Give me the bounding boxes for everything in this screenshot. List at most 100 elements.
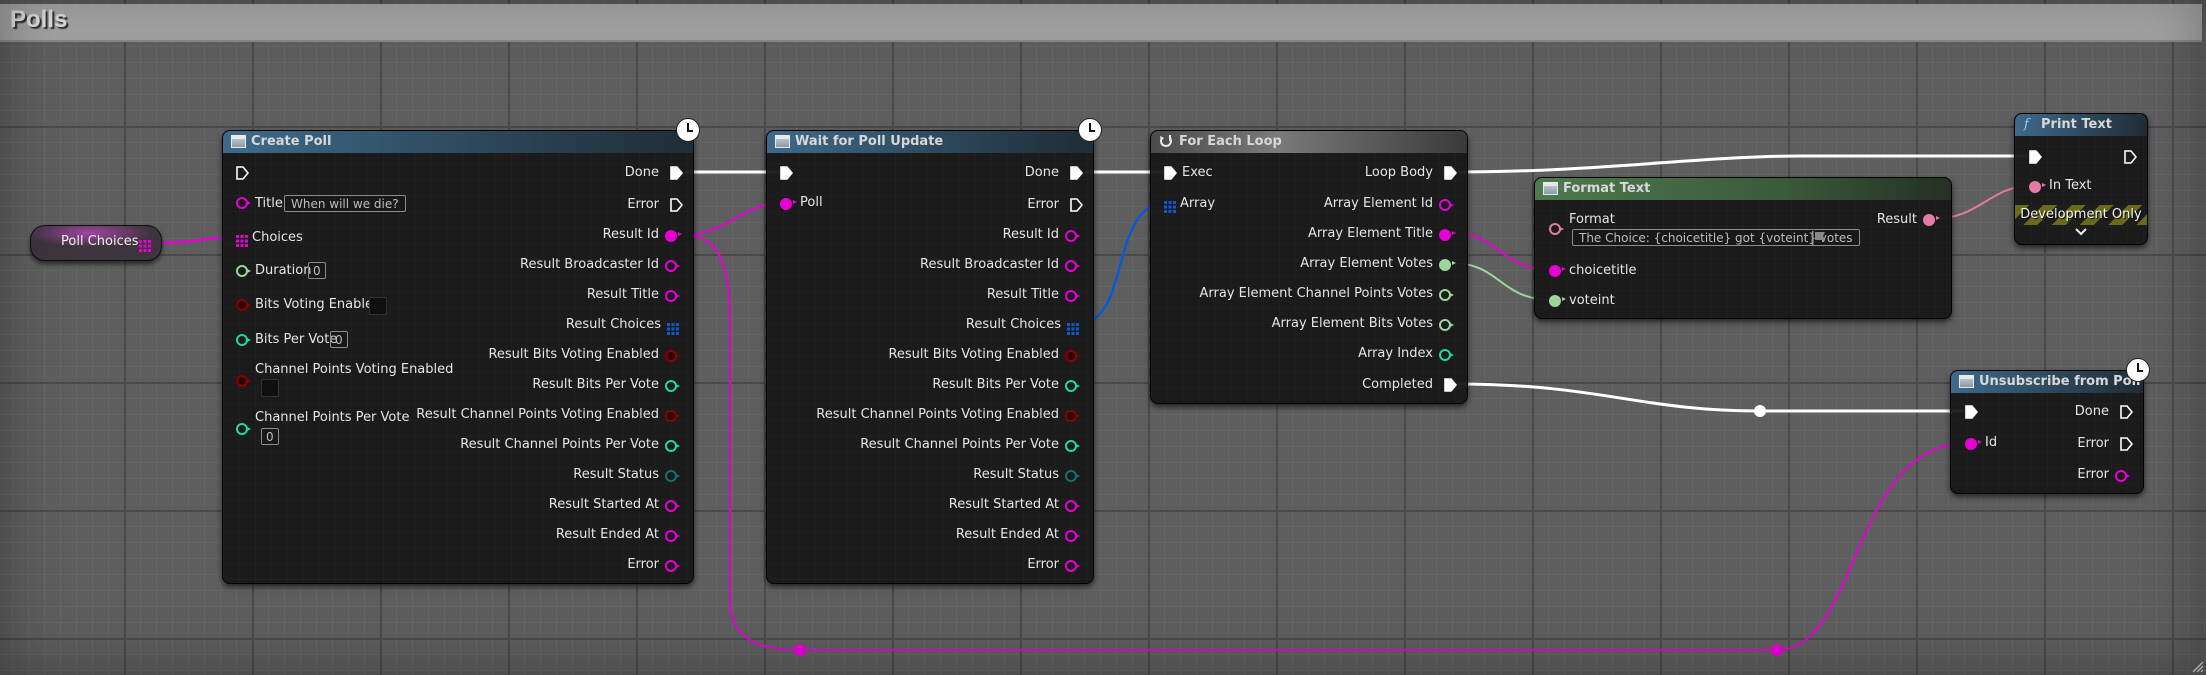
loop-body-exec-pin[interactable] <box>1444 166 1457 180</box>
error-string-label: Error <box>1027 557 1059 572</box>
done-exec-out-pin[interactable] <box>2120 405 2133 419</box>
bits-voting-enabled-pin[interactable] <box>236 299 251 311</box>
format-text-header[interactable]: Format Text <box>1535 178 1951 200</box>
wire-exec-completed-unsub[interactable] <box>1455 382 1968 413</box>
unsubscribe-poll-node[interactable]: Unsubscribe from Poll Id Done Error Erro… <box>1950 370 2144 494</box>
result-cp-voting-enabled-pin[interactable] <box>665 410 680 422</box>
result-bits-voting-enabled-pin[interactable] <box>1065 350 1080 362</box>
graph-title: Polls <box>10 6 68 33</box>
result-choices-array-pin-icon[interactable] <box>667 320 679 335</box>
format-pin[interactable] <box>1549 223 1564 235</box>
error-string-pin[interactable] <box>665 560 680 572</box>
done-exec-out-pin[interactable] <box>670 166 683 180</box>
node-title: Print Text <box>2041 117 2112 132</box>
create-poll-header[interactable]: Create Poll <box>223 131 693 153</box>
array-pin-icon[interactable] <box>139 237 151 252</box>
result-bits-per-vote-pin[interactable] <box>665 380 680 392</box>
result-bits-voting-enabled-pin[interactable] <box>665 350 680 362</box>
array-element-votes-pin[interactable] <box>1439 259 1456 271</box>
result-ended-at-pin[interactable] <box>665 530 680 542</box>
for-each-loop-node[interactable]: For Each Loop Exec Array Loop Body Array… <box>1150 130 1468 404</box>
array-element-title-pin[interactable] <box>1439 229 1456 241</box>
completed-label: Completed <box>1362 377 1433 392</box>
print-text-node[interactable]: f Print Text In Text Development Only <box>2014 113 2148 245</box>
array-element-bits-votes-pin[interactable] <box>1439 319 1454 331</box>
duration-pin[interactable] <box>236 265 251 277</box>
for-each-loop-header[interactable]: For Each Loop <box>1151 131 1467 153</box>
result-choices-array-pin-icon[interactable] <box>1067 320 1079 335</box>
choices-array-pin-icon[interactable] <box>236 232 248 247</box>
result-id-label: Result Id <box>602 227 659 242</box>
result-id-pin[interactable] <box>1065 230 1080 242</box>
reroute-node-left[interactable] <box>794 644 806 656</box>
cp-voting-enabled-pin[interactable] <box>236 375 251 387</box>
cp-voting-enabled-label: Channel Points Voting Enabled <box>255 362 454 377</box>
exec-in-pin[interactable] <box>236 166 249 180</box>
cp-voting-enabled-checkbox[interactable] <box>261 379 279 397</box>
result-cp-per-vote-pin[interactable] <box>1065 440 1080 452</box>
result-status-pin[interactable] <box>665 470 680 482</box>
result-bits-per-vote-pin[interactable] <box>1065 380 1080 392</box>
exec-in-pin[interactable] <box>1965 405 1978 419</box>
choicetitle-pin[interactable] <box>1549 265 1566 277</box>
result-title-pin[interactable] <box>1065 290 1080 302</box>
error-string-pin[interactable] <box>2115 470 2130 482</box>
cp-per-vote-input[interactable]: 0 <box>261 428 279 445</box>
latent-clock-icon <box>2126 358 2150 382</box>
exec-in-pin[interactable] <box>780 166 793 180</box>
wait-poll-node[interactable]: Wait for Poll Update Poll Done Error Res… <box>766 130 1094 584</box>
exec-in-pin[interactable] <box>2029 150 2042 164</box>
array-index-pin[interactable] <box>1439 349 1454 361</box>
reroute-node-right[interactable] <box>1771 644 1783 656</box>
result-title-pin[interactable] <box>665 290 680 302</box>
resize-grip-icon[interactable] <box>2190 659 2204 673</box>
error-exec-out-pin[interactable] <box>2120 437 2133 451</box>
result-cp-per-vote-pin[interactable] <box>665 440 680 452</box>
array-label: Array <box>1180 196 1216 211</box>
result-broadcaster-id-pin[interactable] <box>1065 260 1080 272</box>
array-element-cp-votes-pin[interactable] <box>1439 289 1454 301</box>
result-cp-voting-enabled-pin[interactable] <box>1065 410 1080 422</box>
in-text-pin[interactable] <box>2029 181 2046 193</box>
result-started-at-pin[interactable] <box>1065 500 1080 512</box>
array-element-id-pin[interactable] <box>1439 199 1454 211</box>
bits-per-vote-input[interactable]: 0 <box>330 331 348 348</box>
unsubscribe-header[interactable]: Unsubscribe from Poll <box>1951 371 2143 393</box>
format-text-node[interactable]: Format Text Format The Choice: {choiceti… <box>1534 177 1952 319</box>
result-started-at-pin[interactable] <box>665 500 680 512</box>
error-string-label: Error <box>2077 467 2109 482</box>
cp-per-vote-pin[interactable] <box>236 423 251 435</box>
reroute-node-exec[interactable] <box>1754 405 1766 417</box>
function-node-icon <box>231 135 246 148</box>
completed-exec-pin[interactable] <box>1444 378 1457 392</box>
wire-reroute-unsub-id[interactable] <box>1776 442 1969 651</box>
bits-per-vote-pin[interactable] <box>236 334 251 346</box>
wait-poll-header[interactable]: Wait for Poll Update <box>767 131 1093 153</box>
title-input[interactable]: When will we die? <box>284 195 406 212</box>
result-id-pin[interactable] <box>665 230 682 242</box>
result-status-pin[interactable] <box>1065 470 1080 482</box>
bits-voting-enabled-checkbox[interactable] <box>369 297 387 315</box>
error-string-pin[interactable] <box>1065 560 1080 572</box>
result-pin[interactable] <box>1923 214 1940 226</box>
result-broadcaster-id-pin[interactable] <box>665 260 680 272</box>
exec-out-pin[interactable] <box>2124 150 2137 164</box>
done-exec-out-pin[interactable] <box>1070 166 1083 180</box>
create-poll-node[interactable]: Create Poll Title When will we die? Choi… <box>222 130 694 584</box>
result-choices-label: Result Choices <box>965 317 1061 332</box>
exec-in-pin[interactable] <box>1164 166 1177 180</box>
id-pin[interactable] <box>1965 438 1982 450</box>
voteint-pin[interactable] <box>1549 295 1566 307</box>
title-pin[interactable] <box>236 197 251 209</box>
print-text-header[interactable]: f Print Text <box>2015 114 2147 136</box>
error-exec-out-pin[interactable] <box>670 198 683 212</box>
wire-exec-loop-print[interactable] <box>1455 154 2028 174</box>
expand-chevron-icon[interactable] <box>2075 228 2087 236</box>
poll-pin[interactable] <box>780 198 797 210</box>
localization-flag-icon[interactable] <box>1812 231 1826 245</box>
duration-input[interactable]: 0 <box>308 262 326 279</box>
poll-choices-variable-node[interactable]: Poll Choices <box>30 225 162 261</box>
result-ended-at-pin[interactable] <box>1065 530 1080 542</box>
error-exec-out-pin[interactable] <box>1070 198 1083 212</box>
array-input-pin-icon[interactable] <box>1164 198 1176 213</box>
